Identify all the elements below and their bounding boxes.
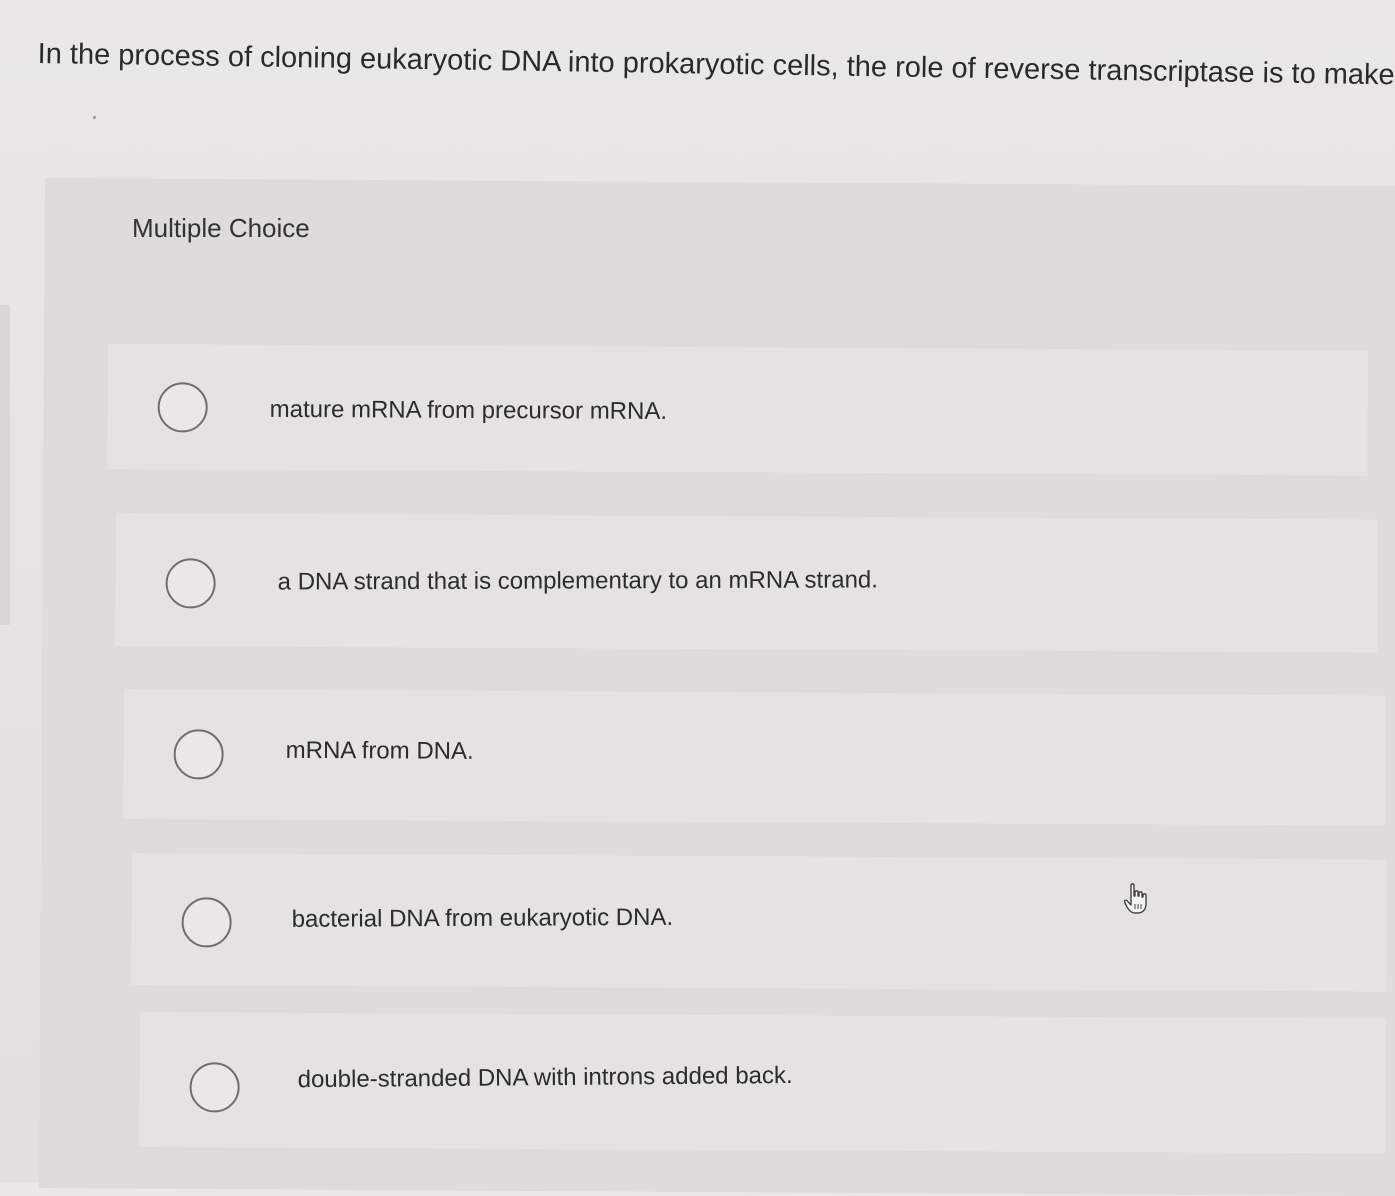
option-2[interactable]: a DNA strand that is complementary to an… [115,513,1378,653]
option-1-label: mature mRNA from precursor mRNA. [269,395,668,425]
option-2-label: a DNA strand that is complementary to an… [277,566,878,596]
question-text: In the process of cloning eukaryotic DNA… [37,37,1395,92]
hand-pointer-icon [1123,883,1147,914]
radio-unselected-icon[interactable] [189,1062,240,1113]
option-4[interactable]: bacterial DNA from eukaryotic DNA. [131,853,1387,992]
radio-unselected-icon[interactable] [173,729,224,780]
radio-unselected-icon[interactable] [157,382,208,433]
option-3[interactable]: mRNA from DNA. [123,689,1386,826]
option-1[interactable]: mature mRNA from precursor mRNA. [107,344,1368,476]
radio-unselected-icon[interactable] [181,897,232,948]
option-5-label: double-stranded DNA with introns added b… [297,1061,793,1094]
radio-unselected-icon[interactable] [165,558,216,609]
page-left-edge [0,305,10,625]
stray-dot [93,116,96,119]
option-3-label: mRNA from DNA. [285,736,474,765]
option-5[interactable]: double-stranded DNA with introns added b… [139,1012,1386,1154]
option-4-label: bacterial DNA from eukaryotic DNA. [291,903,674,933]
multiple-choice-label: Multiple Choice [132,213,310,243]
